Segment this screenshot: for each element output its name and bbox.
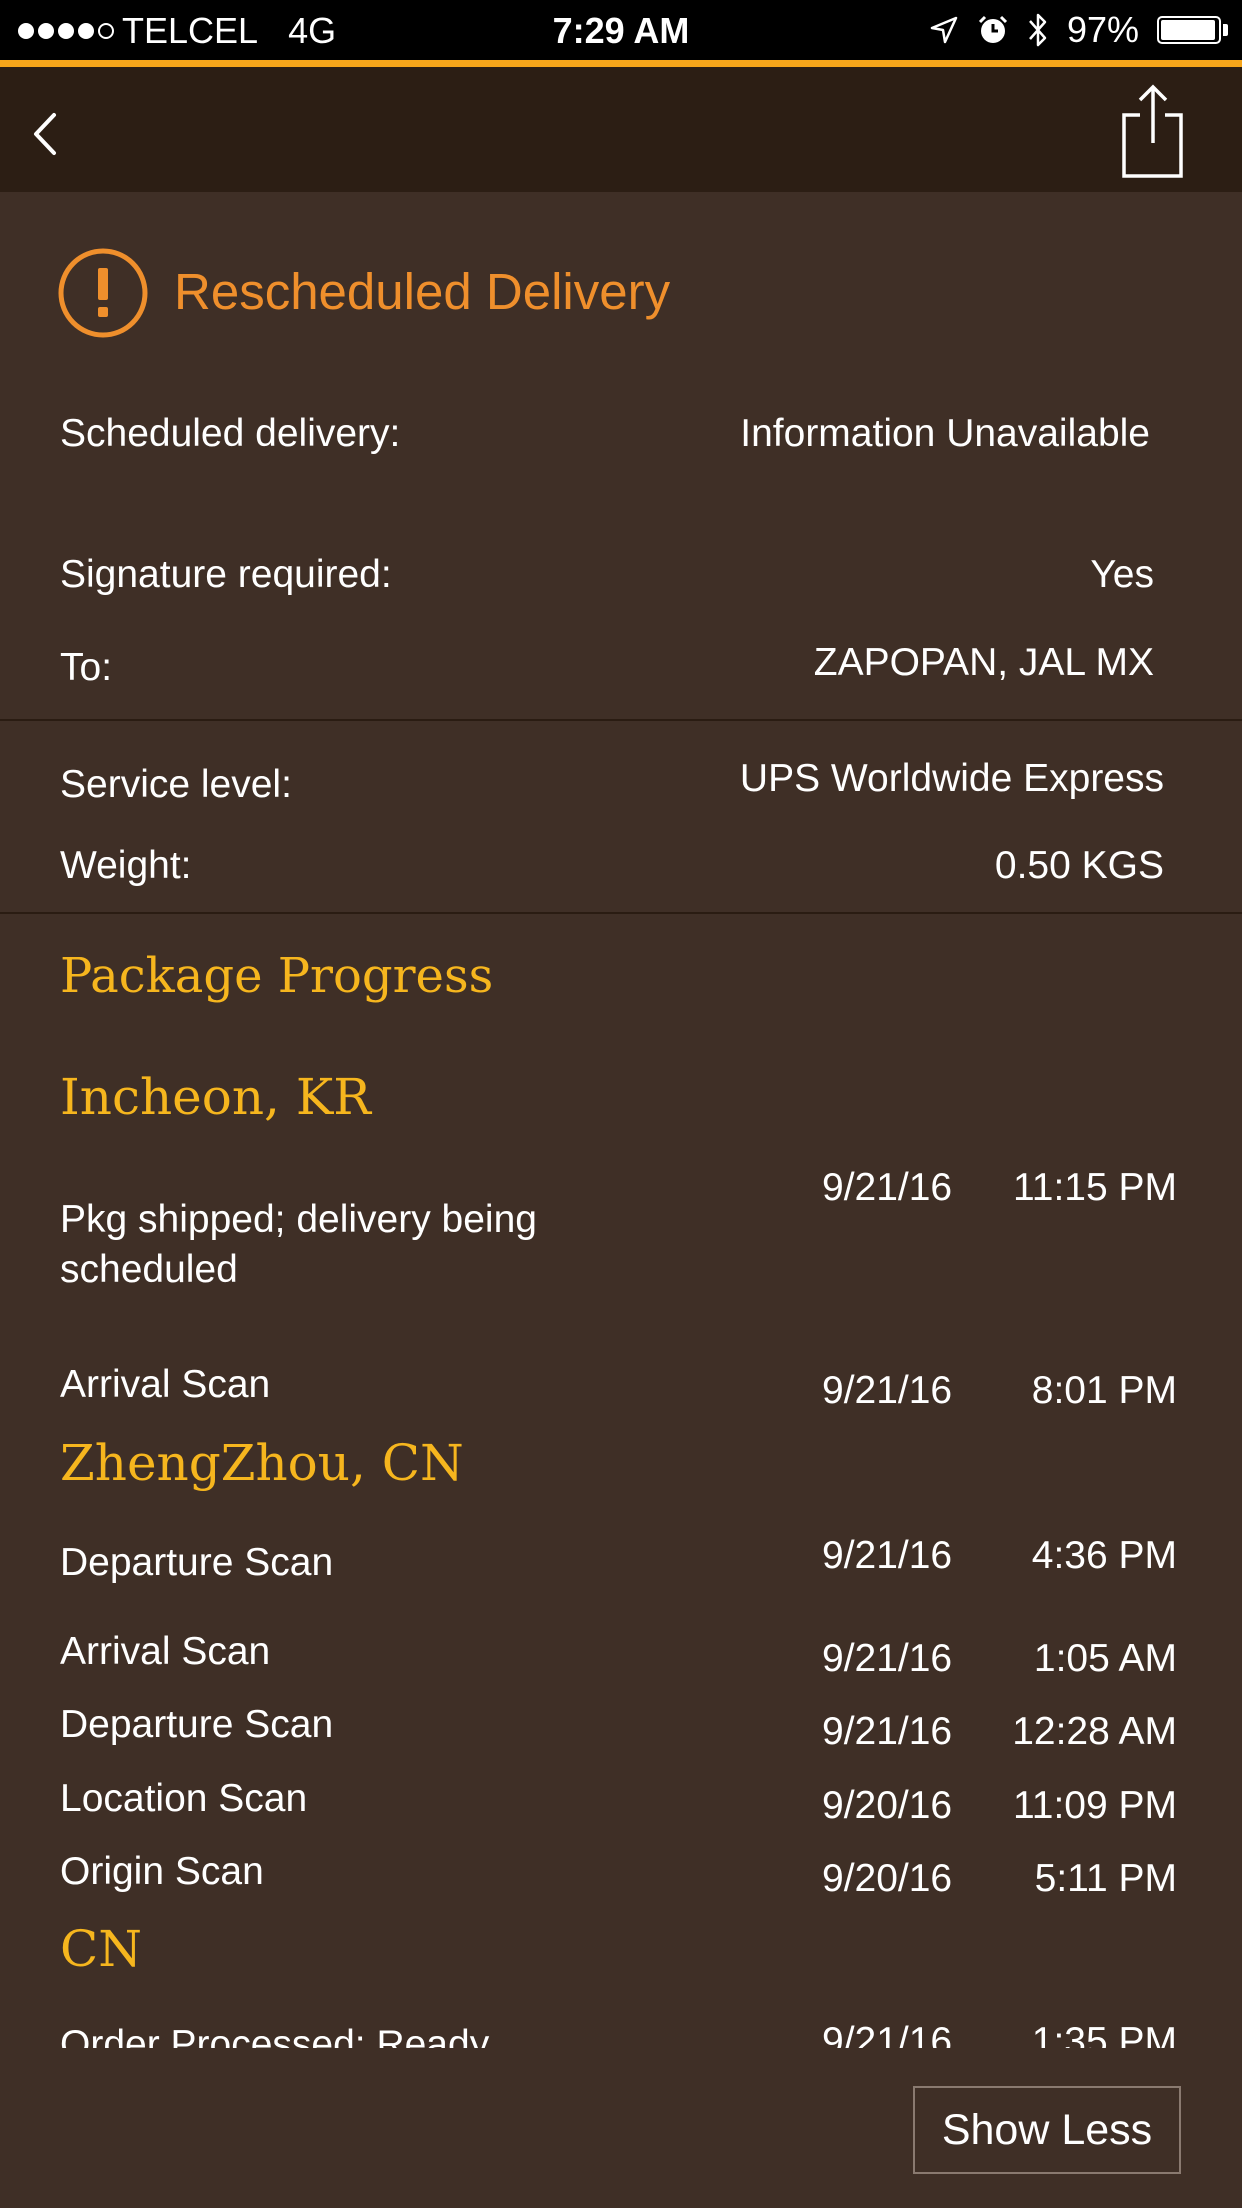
location-heading: CN [60,1920,143,1978]
share-button[interactable] [1116,81,1190,181]
event-label: Location Scan [60,1777,308,1820]
battery-percent: 97% [1066,9,1139,50]
event-time: 11:15 PM [1012,1166,1177,1209]
weight-value: 0.50 KGS [994,844,1164,887]
back-button[interactable] [24,105,74,165]
bluetooth-icon [1029,13,1047,47]
event-date: 9/21/16 [822,1534,953,1577]
location-arrow-icon [930,16,958,44]
alert-title: Rescheduled Delivery [174,263,671,320]
weight-label: Weight: [60,844,192,887]
status-bar: TELCEL 4G 7:29 AM 97% [0,0,1242,60]
event-time: 1:05 AM [1033,1637,1177,1680]
service-level-value: UPS Worldwide Express [739,757,1164,800]
to-label: To: [60,646,113,689]
event-date: 9/21/16 [822,1369,953,1412]
accent-bar [0,60,1242,67]
event-label: Order Processed: Ready [60,2023,490,2048]
event-time: 1:35 PM [1031,2020,1177,2048]
location-heading: Incheon, KR [60,1068,371,1126]
event-date: 9/20/16 [822,1857,953,1900]
divider [0,719,1242,721]
chevron-left-icon [34,113,56,155]
status-right: 97% [929,9,1228,51]
signature-required-label: Signature required: [60,553,392,596]
event-date: 9/21/16 [822,1710,953,1753]
divider [0,912,1242,914]
signature-required-value: Yes [1090,553,1154,596]
event-date: 9/20/16 [822,1784,953,1827]
event-time: 4:36 PM [1031,1534,1177,1577]
event-label: Departure Scan [60,1541,334,1584]
event-label: Departure Scan [60,1703,334,1746]
event-label: Origin Scan [60,1850,264,1893]
scheduled-delivery-label: Scheduled delivery: [60,412,401,455]
package-progress-heading: Package Progress [60,948,494,1004]
progress-scroll-area[interactable]: Package Progress Incheon, KR Pkg shipped… [0,940,1242,2048]
event-date: 9/21/16 [822,1637,953,1680]
battery-icon [1157,16,1228,44]
event-time: 8:01 PM [1031,1369,1177,1412]
event-time: 12:28 AM [1012,1710,1177,1753]
show-less-button[interactable]: Show Less [913,2086,1181,2174]
location-heading: ZhengZhou, CN [60,1434,464,1492]
event-date: 9/21/16 [822,1166,953,1209]
event-label: Pkg shipped; delivery being scheduled [60,1198,537,1291]
service-level-label: Service level: [60,763,292,806]
share-icon [1122,84,1183,178]
to-value: ZAPOPAN, JAL MX [813,641,1154,684]
event-label: Arrival Scan [60,1630,271,1673]
nav-bar [0,67,1242,192]
event-label: Arrival Scan [60,1363,271,1406]
exclamation-circle-icon [58,248,148,338]
event-time: 5:11 PM [1034,1857,1177,1900]
scheduled-delivery-value: Information Unavailable [740,412,1150,455]
event-time: 11:09 PM [1012,1784,1177,1827]
alarm-icon [978,15,1007,43]
event-date: 9/21/16 [822,2020,953,2048]
